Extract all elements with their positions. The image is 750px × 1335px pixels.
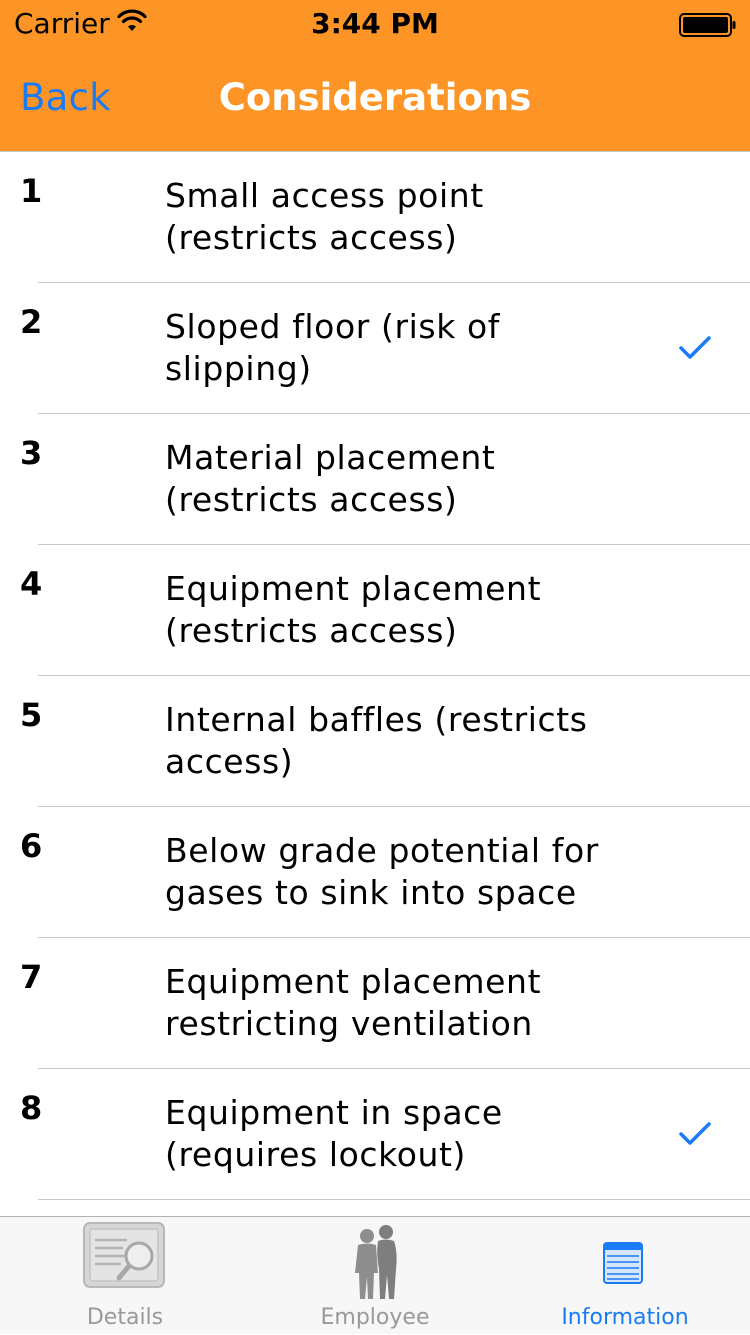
status-bar: Carrier 3:44 PM [0,0,750,40]
page-title: Considerations [218,76,532,119]
item-number: 7 [20,958,43,996]
item-text: Equipment placement restricting ventilat… [165,962,542,1043]
details-icon [83,1222,165,1288]
list-item[interactable]: 1 Small access point (restricts access) [0,152,750,283]
tab-details[interactable]: Details [0,1217,250,1335]
item-text: Equipment in space (requires lockout) [165,1093,503,1174]
item-text: Equipment placement (restricts access) [165,569,542,650]
tab-information[interactable]: Information [500,1217,750,1335]
item-text: Internal baffles (restricts access) [165,700,588,781]
list-item[interactable]: 3 Material placement (restricts access) [0,414,750,545]
item-number: 1 [20,172,43,210]
tab-employee[interactable]: Employee [250,1217,500,1335]
employee-icon [355,1225,397,1299]
tab-label: Details [86,1305,164,1330]
list-item[interactable]: 4 Equipment placement (restricts access) [0,545,750,676]
item-text: Below grade potential for gases to sink … [165,831,599,912]
navigation-bar: Back Considerations [0,40,750,152]
considerations-list: 1 Small access point (restricts access) … [0,152,750,1200]
status-time: 3:44 PM [311,7,439,40]
tab-label: Information [561,1305,689,1330]
item-number: 8 [20,1089,43,1127]
checkmark-icon [679,1122,711,1145]
checkmark-icon [679,336,711,359]
item-text: Sloped floor (risk of slipping) [165,307,501,388]
item-number: 4 [20,565,43,603]
list-item[interactable]: 8 Equipment in space (requires lockout) [0,1069,750,1200]
list-item[interactable]: 2 Sloped floor (risk of slipping) [0,283,750,414]
information-icon [603,1242,643,1284]
item-number: 2 [20,303,43,341]
list-item[interactable]: 7 Equipment placement restricting ventil… [0,938,750,1069]
list-item[interactable]: 6 Below grade potential for gases to sin… [0,807,750,938]
item-number: 5 [20,696,43,734]
list-item[interactable]: 5 Internal baffles (restricts access) [0,676,750,807]
battery-icon [679,13,736,37]
header: Carrier 3:44 PM Back Considerations [0,0,750,152]
item-number: 6 [20,827,43,865]
item-text: Material placement (restricts access) [165,438,496,519]
item-number: 3 [20,434,43,472]
tab-bar: Details Employee Information [0,1216,750,1334]
tab-label: Employee [320,1305,430,1330]
item-text: Small access point (restricts access) [165,176,484,257]
